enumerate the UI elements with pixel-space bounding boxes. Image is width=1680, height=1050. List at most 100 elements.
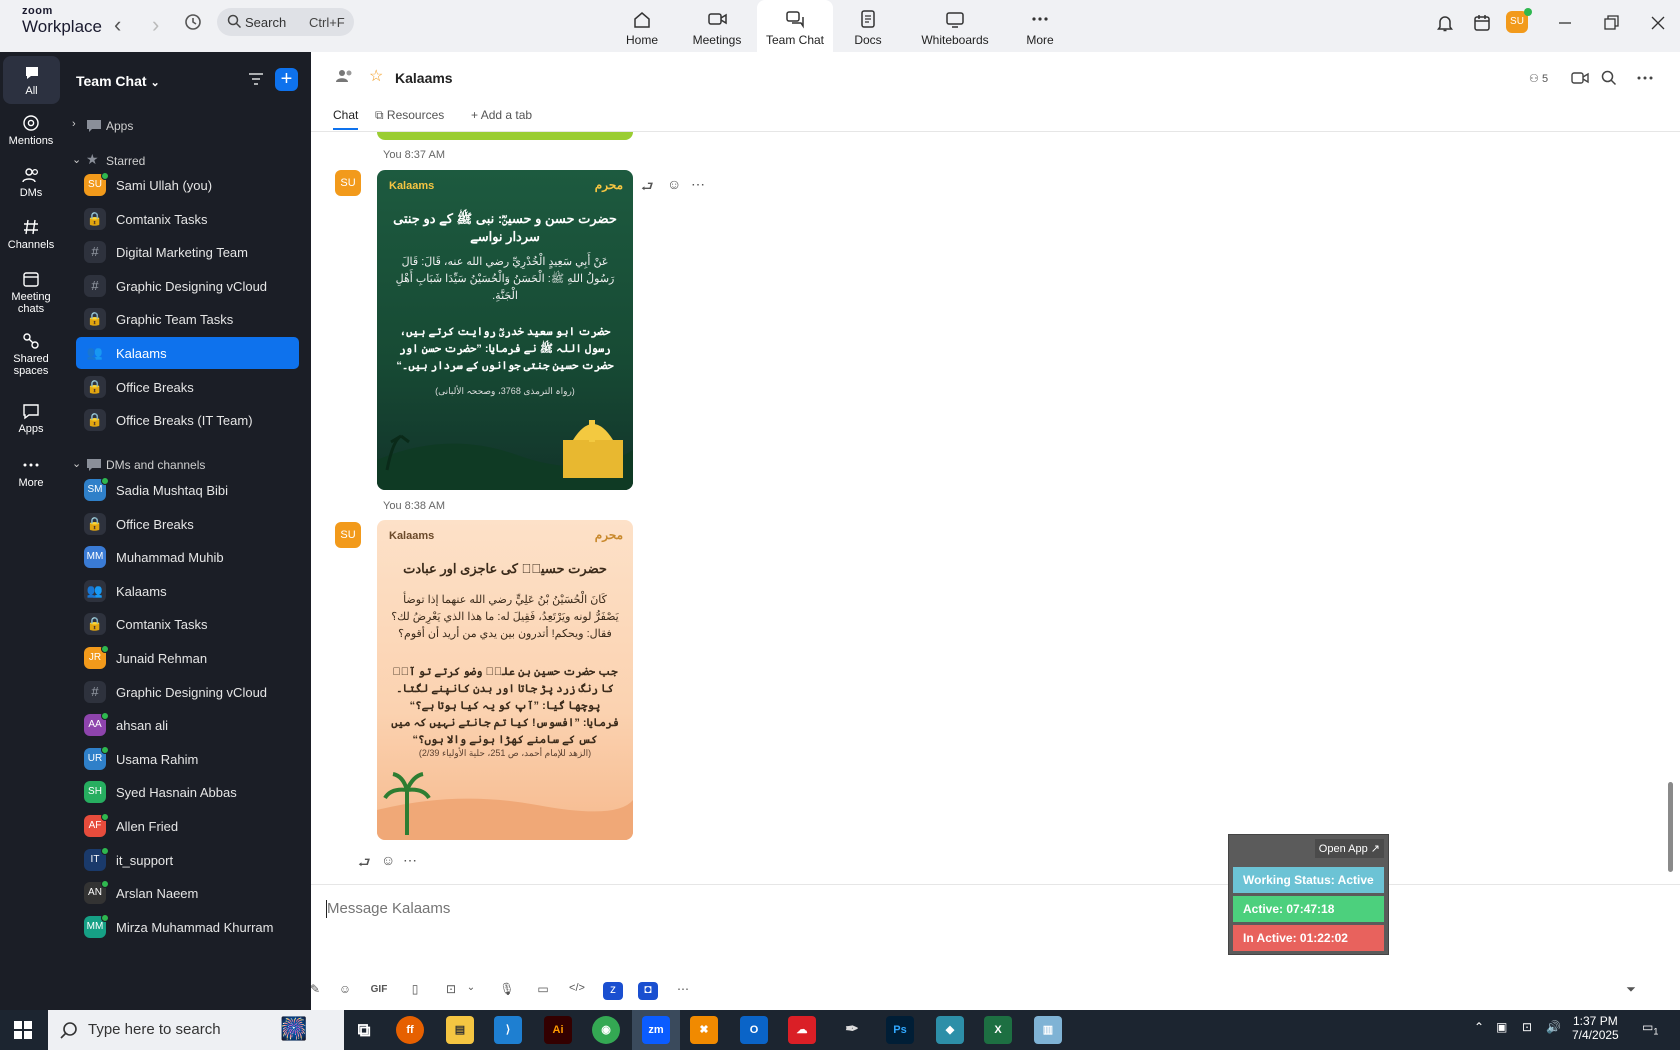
message-image-card[interactable]: Kalaams محرم حضرت حسن و حسینؓ: نبی ﷺ کے …	[377, 170, 633, 490]
user-avatar[interactable]: SU	[1506, 8, 1532, 33]
sidebar-item-sami-ullah-you[interactable]: SU Sami Ullah (you)	[76, 169, 299, 201]
sidebar-item-office-breaks[interactable]: 🔒 Office Breaks	[76, 508, 299, 540]
message-more-icon[interactable]: ⋯	[403, 852, 419, 868]
rail-mentions[interactable]: Mentions	[0, 114, 62, 147]
rail-all[interactable]: All	[3, 56, 60, 104]
task-view-icon[interactable]: ⧉	[350, 1016, 378, 1044]
sidebar-item-digital-marketing-team[interactable]: # Digital Marketing Team	[76, 236, 299, 268]
video-call-icon[interactable]	[1571, 70, 1591, 86]
photoshop-icon[interactable]: Ps	[886, 1016, 914, 1044]
tray-app-icon[interactable]: ▣	[1496, 1020, 1507, 1034]
forward-icon[interactable]: ›	[152, 12, 159, 38]
chevron-down-icon[interactable]: ⌄	[461, 982, 481, 1000]
reply-icon[interactable]: ⮐	[641, 176, 657, 194]
tab-docs[interactable]: Docs	[830, 0, 906, 52]
code-icon[interactable]: </>	[567, 982, 587, 1000]
bell-icon[interactable]	[1435, 13, 1455, 33]
tab-more[interactable]: More	[1002, 0, 1078, 52]
network-icon[interactable]: ⊡	[1522, 1020, 1532, 1034]
pen-tool-icon[interactable]: ✒	[838, 1016, 866, 1044]
xampp-icon[interactable]: ✖	[690, 1016, 718, 1044]
sidebar-item-usama-rahim[interactable]: UR Usama Rahim	[76, 743, 299, 775]
emoji-reaction-icon[interactable]: ☺	[667, 176, 683, 192]
star-icon[interactable]: ☆	[369, 66, 383, 86]
more-options-icon[interactable]	[1637, 70, 1653, 86]
filter-icon[interactable]	[247, 70, 265, 88]
excel-icon[interactable]: X	[984, 1016, 1012, 1044]
notification-icon[interactable]: ▭1	[1642, 1020, 1658, 1036]
rail-shared-spaces[interactable]: Shared spaces	[0, 332, 62, 377]
tab-meetings[interactable]: Meetings	[679, 0, 755, 52]
chat-scrollbar[interactable]	[1668, 782, 1673, 872]
taskbar-search[interactable]: Type here to search 🎆	[48, 1010, 344, 1050]
new-chat-button[interactable]: +	[275, 68, 298, 91]
file-explorer-icon[interactable]: ▤	[446, 1016, 474, 1044]
message-more-icon[interactable]: ⋯	[691, 176, 707, 192]
notepad-icon[interactable]: ▥	[1034, 1016, 1062, 1044]
tab-whiteboards[interactable]: Whiteboards	[916, 0, 994, 52]
rail-more[interactable]: More	[0, 456, 62, 489]
history-icon[interactable]	[183, 12, 203, 32]
open-app-button[interactable]: Open App ↗	[1314, 839, 1384, 858]
video-message-icon[interactable]: ▭	[533, 982, 553, 1000]
tab-home[interactable]: Home	[604, 0, 680, 52]
sidebar-item-it-support[interactable]: IT it_support	[76, 844, 299, 876]
message-avatar[interactable]: SU	[335, 522, 361, 548]
illustrator-icon[interactable]: Ai	[544, 1016, 572, 1044]
reply-icon[interactable]: ⮐	[358, 852, 374, 870]
chevron-up-icon[interactable]: ⌃	[1474, 1020, 1484, 1034]
sidebar-item-arslan-naeem[interactable]: AN Arslan Naeem	[76, 877, 299, 909]
message-avatar[interactable]: SU	[335, 170, 361, 196]
app-chat-icon[interactable]: ◘	[638, 982, 658, 1000]
windows-start-icon[interactable]	[14, 1021, 32, 1039]
minimize-icon[interactable]	[1555, 13, 1575, 33]
app-z-icon[interactable]: z	[603, 982, 623, 1000]
back-icon[interactable]: ‹	[114, 12, 121, 38]
tab-resources[interactable]: ⧉ Resources	[375, 108, 444, 123]
members-button[interactable]: ⚇ 5	[1529, 72, 1548, 85]
tab-add[interactable]: + Add a tab	[471, 108, 532, 122]
tab-team-chat[interactable]: Team Chat	[757, 0, 833, 52]
creative-cloud-icon[interactable]: ☁	[788, 1016, 816, 1044]
sidebar-item-office-breaks[interactable]: 🔒 Office Breaks	[76, 371, 299, 403]
search-icon[interactable]	[1601, 70, 1617, 86]
sidebar-title[interactable]: Team Chat ⌄	[76, 73, 160, 89]
clock[interactable]: 1:37 PM 7/4/2025	[1572, 1014, 1619, 1042]
chrome-icon[interactable]: ◉	[592, 1016, 620, 1044]
sidebar-item-graphic-designing-vcloud[interactable]: # Graphic Designing vCloud	[76, 676, 299, 708]
gif-icon[interactable]: GIF	[369, 984, 389, 1002]
format-icon[interactable]: ✎	[305, 982, 325, 1000]
rail-meeting-chats[interactable]: Meeting chats	[0, 270, 62, 315]
outlook-icon[interactable]: O	[740, 1016, 768, 1044]
sidebar-item-sadia-mushtaq-bibi[interactable]: SM Sadia Mushtaq Bibi	[76, 474, 299, 506]
zoom-icon[interactable]: zm	[642, 1016, 670, 1044]
sidebar-item-ahsan-ali[interactable]: AA ahsan ali	[76, 709, 299, 741]
sidebar-item-kalaams[interactable]: 👥 Kalaams	[76, 575, 299, 607]
sidebar-item-office-breaks-it-team[interactable]: 🔒 Office Breaks (IT Team)	[76, 404, 299, 436]
screenshot-icon[interactable]: ⊡	[441, 982, 461, 1000]
emoji-icon[interactable]: ☺	[335, 982, 355, 1000]
gem-app-icon[interactable]: ◆	[936, 1016, 964, 1044]
sidebar-item-muhammad-muhib[interactable]: MM Muhammad Muhib	[76, 541, 299, 573]
sidebar-item-graphic-designing-vcloud[interactable]: # Graphic Designing vCloud	[76, 270, 299, 302]
tab-chat[interactable]: Chat	[333, 108, 359, 130]
file-icon[interactable]: ▯	[405, 982, 425, 1000]
rail-channels[interactable]: Channels	[0, 218, 62, 251]
sidebar-item-junaid-rehman[interactable]: JR Junaid Rehman	[76, 642, 299, 674]
sidebar-item-graphic-team-tasks[interactable]: 🔒 Graphic Team Tasks	[76, 303, 299, 335]
sidebar-item-comtanix-tasks[interactable]: 🔒 Comtanix Tasks	[76, 608, 299, 640]
rail-apps[interactable]: Apps	[0, 402, 62, 435]
emoji-reaction-icon[interactable]: ☺	[381, 852, 397, 868]
microphone-icon[interactable]: 🎙	[497, 982, 517, 1000]
message-input[interactable]	[327, 900, 1027, 917]
sidebar-item-mirza-muhammad-khurram[interactable]: MM Mirza Muhammad Khurram	[76, 911, 299, 943]
message-image-card[interactable]: Kalaams محرم حضرت حسینؓ کی عاجزی اور عبا…	[377, 520, 633, 840]
close-icon[interactable]	[1648, 13, 1668, 33]
more-tools-icon[interactable]: ⋯	[673, 982, 693, 1000]
channel-title[interactable]: Kalaams	[395, 70, 453, 86]
send-options-icon[interactable]: ⏷	[1621, 982, 1641, 1000]
volume-icon[interactable]: 🔊	[1546, 1020, 1561, 1034]
sidebar-item-syed-hasnain-abbas[interactable]: SH Syed Hasnain Abbas	[76, 776, 299, 808]
restore-icon[interactable]	[1601, 13, 1621, 33]
vscode-icon[interactable]: ⟩	[494, 1016, 522, 1044]
